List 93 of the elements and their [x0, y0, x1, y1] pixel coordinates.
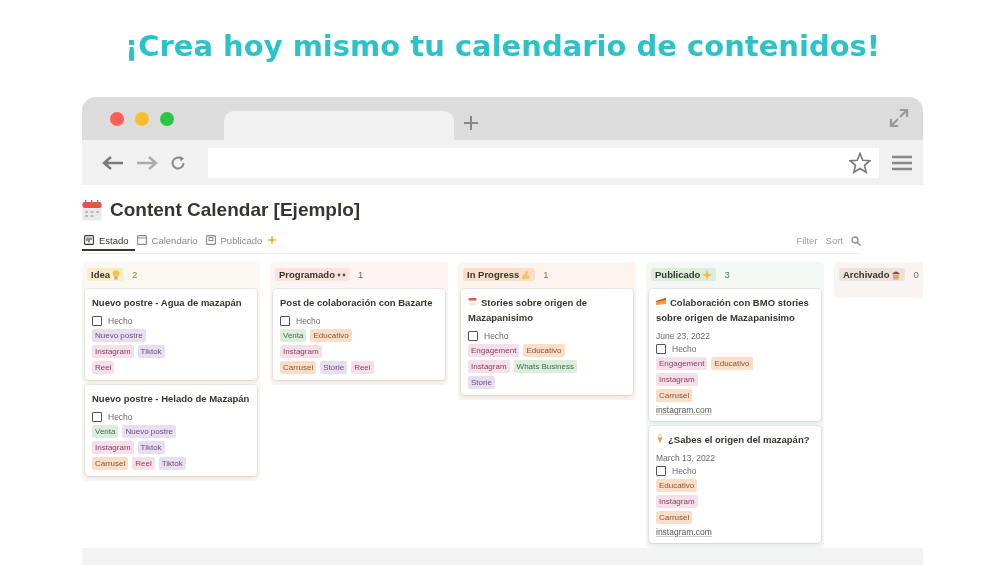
checkbox-label: Hecho	[484, 331, 509, 341]
status-label: Idea	[87, 268, 124, 281]
content-card[interactable]: Colaboración con BMO stories sobre origen de Mazapanisimo June 23, 2022 Hecho Engagement Educativo Instagram Carrusel instagram.com	[649, 289, 821, 421]
card-title: Stories sobre origen de Mazapanisimo	[468, 296, 589, 325]
checkbox-label: Hecho	[108, 412, 133, 422]
card-count: 3	[724, 269, 730, 280]
page-title: Content Calendar [Ejemplo]	[110, 199, 361, 221]
tag: Tiktok	[158, 457, 186, 470]
page-icon	[205, 235, 216, 245]
tag: Storie	[468, 376, 495, 389]
status-label: Programado	[275, 268, 350, 281]
tag: Engagement	[468, 344, 520, 357]
view-tab[interactable]: Publicado	[203, 236, 284, 251]
light-bulb-icon	[112, 269, 120, 280]
link[interactable]: instagram.com	[656, 527, 814, 537]
checkbox-label: Hecho	[672, 466, 697, 476]
card-count: 0	[913, 269, 919, 280]
reload-icon[interactable]	[170, 154, 186, 171]
checkbox[interactable]	[656, 466, 666, 476]
tag: Tiktok	[137, 345, 165, 358]
tag: Whats Business	[513, 360, 577, 373]
view-tab[interactable]: Calendario	[134, 236, 204, 251]
link[interactable]: instagram.com	[656, 405, 814, 415]
content-card[interactable]: Nuevo postre - Helado de Mazapán Hecho Venta Nuevo postre Instagram Tiktok Carrusel Reel Tiktok	[85, 385, 257, 476]
content-card[interactable]: ¿Sabes el origen del mazapán? March 13, 2022 Hecho Educativo Instagram Carrusel instagram.com	[649, 426, 821, 543]
menu-icon[interactable]	[891, 154, 913, 171]
tag: Nuevo postre	[122, 425, 177, 438]
flexed-arm-icon	[521, 269, 532, 280]
back-icon[interactable]	[102, 154, 124, 171]
forward-icon[interactable]	[136, 154, 158, 171]
checkbox[interactable]	[656, 344, 666, 354]
address-field[interactable]	[208, 147, 879, 178]
calendar-icon	[136, 235, 147, 245]
status-label: In Progress	[463, 268, 536, 281]
checkbox[interactable]	[468, 331, 478, 341]
tag: Educativo	[523, 344, 565, 357]
checkbox[interactable]	[280, 316, 290, 326]
tag: Carrusel	[280, 361, 317, 374]
dots-icon	[336, 272, 346, 277]
status-label: Archivado	[839, 268, 906, 281]
tag: Tiktok	[137, 441, 165, 454]
tag: Instagram	[656, 495, 698, 508]
card-title: ¿Sabes el origen del mazapán?	[656, 432, 814, 447]
tag: Instagram	[656, 373, 698, 386]
search-icon[interactable]	[851, 235, 861, 246]
card-date: March 13, 2022	[656, 453, 717, 463]
card-title: Nuevo postre - Helado de Mazapán	[92, 392, 250, 406]
card-count: 2	[132, 269, 138, 280]
expand-icon[interactable]	[889, 108, 909, 128]
checkbox-label: Hecho	[108, 316, 133, 326]
card-date: June 23, 2022	[656, 331, 711, 341]
tag: Instagram	[468, 360, 510, 373]
tag: Educativo	[656, 479, 698, 492]
board-icon	[84, 235, 94, 245]
card-count: 1	[357, 269, 364, 280]
checkbox[interactable]	[92, 412, 102, 422]
tag: Engagement	[656, 357, 708, 370]
content-card[interactable]: Stories sobre origen de Mazapanisimo Hecho Engagement Educativo Instagram Whats Business Storie	[461, 289, 633, 395]
tag: Carrusel	[656, 511, 693, 524]
card-count: 1	[543, 269, 549, 280]
card-title: Colaboración con BMO stories sobre origen de Mazapanisimo	[656, 296, 810, 325]
tag: Venta	[92, 425, 119, 438]
checkbox-label: Hecho	[296, 316, 321, 326]
cupcake-icon	[891, 269, 902, 280]
tag: Reel	[351, 361, 374, 374]
card-title: Post de colaboración con Bazarte	[280, 296, 434, 310]
status-label: Publicado	[651, 268, 717, 281]
content-card[interactable]: Nuevo postre - Agua de mazapán Hecho Nuevo postre Instagram Tiktok Reel	[85, 289, 257, 380]
calendar-icon	[82, 199, 102, 221]
tag: Educativo	[711, 357, 753, 370]
tag: Venta	[280, 329, 307, 342]
checkbox[interactable]	[92, 316, 102, 326]
card-title: Nuevo postre - Agua de mazapán	[92, 296, 243, 310]
tag: Reel	[92, 361, 115, 374]
tag: Reel	[132, 457, 155, 470]
checkbox-label: Hecho	[672, 344, 697, 354]
new-tab-icon[interactable]	[464, 116, 478, 130]
sparkle-icon	[702, 269, 713, 280]
tag: Instagram	[92, 441, 134, 454]
maximize-button[interactable]	[160, 112, 174, 126]
tag: Carrusel	[656, 389, 693, 402]
tag: Instagram	[280, 345, 322, 358]
tag: Carrusel	[92, 457, 129, 470]
star-icon[interactable]	[849, 151, 871, 174]
headline: ¡Crea hoy mismo tu calendario de contenidos!	[124, 28, 881, 63]
view-tab[interactable]: Estado	[82, 236, 135, 251]
sparkle-icon	[267, 235, 278, 245]
tag: Storie	[320, 361, 348, 374]
tag: Nuevo postre	[92, 329, 146, 342]
close-button[interactable]	[110, 112, 124, 126]
tag: Educativo	[310, 329, 352, 342]
tag: Instagram	[92, 345, 134, 358]
content-card[interactable]: Post de colaboración con Bazarte Hecho Venta Educativo Instagram Carrusel Storie Reel	[273, 289, 445, 380]
